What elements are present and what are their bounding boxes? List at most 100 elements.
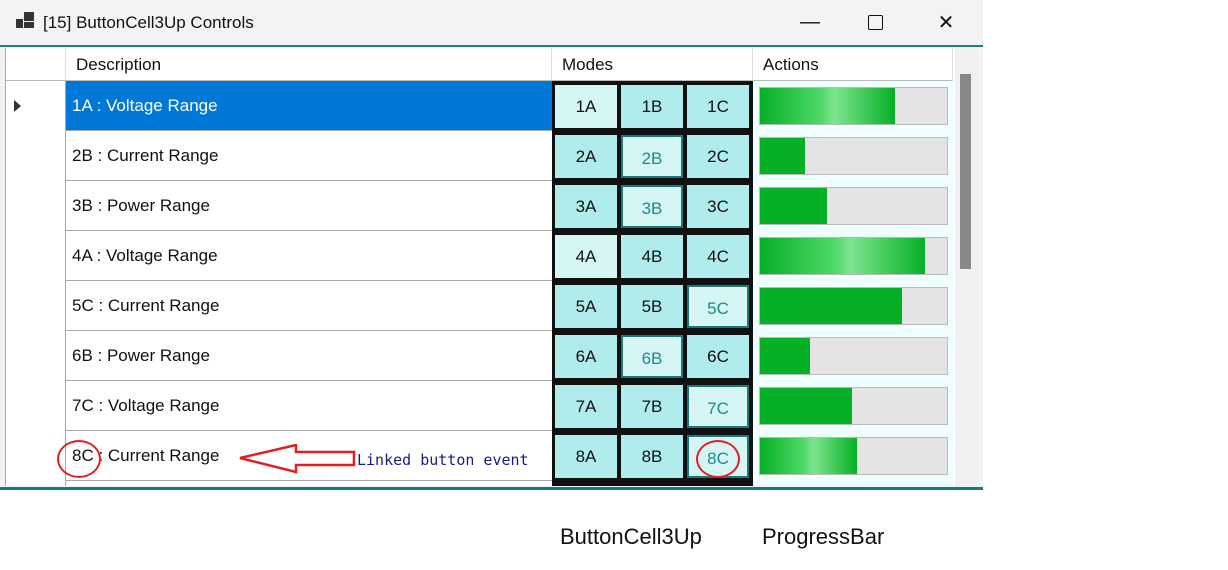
table-row[interactable]: 6B : Power Range 6A 6B 6C (6, 331, 956, 381)
annotation-text: Linked button event (357, 451, 529, 469)
column-header-description[interactable]: Description (66, 48, 552, 81)
row-header[interactable] (6, 331, 66, 381)
mode-button[interactable]: 3A (555, 185, 617, 228)
table-row[interactable] (6, 481, 956, 486)
mode-button[interactable]: 4B (621, 235, 683, 278)
row-header[interactable] (6, 281, 66, 331)
mode-button[interactable]: 2B (621, 135, 683, 178)
mode-button[interactable]: 1B (621, 85, 683, 128)
label-progressbar: ProgressBar (762, 524, 885, 549)
progress-bar (759, 237, 948, 275)
mode-button[interactable]: 7A (555, 385, 617, 428)
app-window: [15] ButtonCell3Up Controls — ✕ Descript… (0, 0, 983, 490)
table-row[interactable]: 4A : Voltage Range 4A 4B 4C (6, 231, 956, 281)
mode-buttons: 3A 3B 3C (552, 181, 753, 231)
label-buttoncell: ButtonCell3Up (560, 524, 702, 549)
progress-fill (760, 138, 805, 174)
mode-button[interactable]: 5C (687, 285, 749, 328)
row-header[interactable] (6, 481, 66, 486)
mode-buttons: 6A 6B 6C (552, 331, 753, 381)
app-icon (16, 12, 34, 28)
row-header[interactable] (6, 81, 66, 131)
actions-cell (753, 431, 953, 481)
actions-cell (753, 131, 953, 181)
actions-cell (753, 281, 953, 331)
mode-buttons: 1A 1B 1C (552, 81, 753, 131)
current-row-icon (14, 100, 21, 112)
mode-button[interactable]: 5B (621, 285, 683, 328)
mode-button[interactable]: 6B (621, 335, 683, 378)
mode-button[interactable]: 4A (555, 235, 617, 278)
actions-cell (753, 481, 953, 486)
actions-cell (753, 81, 953, 131)
minimize-button[interactable]: — (780, 0, 840, 45)
vertical-scrollbar[interactable] (955, 48, 979, 486)
mode-buttons: 2A 2B 2C (552, 131, 753, 181)
mode-button[interactable]: 7B (621, 385, 683, 428)
mode-buttons: 7A 7B 7C (552, 381, 753, 431)
progress-bar (759, 337, 948, 375)
mode-button[interactable]: 3B (621, 185, 683, 228)
description-cell[interactable]: 7C : Voltage Range (66, 381, 552, 431)
progress-bar (759, 87, 948, 125)
progress-bar (759, 437, 948, 475)
mode-buttons: 4A 4B 4C (552, 231, 753, 281)
arrow-left-icon (239, 444, 356, 474)
description-cell[interactable]: 1A : Voltage Range (66, 81, 552, 131)
progress-fill (760, 438, 858, 474)
mode-button[interactable]: 8B (621, 435, 683, 478)
mode-button[interactable]: 7C (687, 385, 749, 428)
description-cell[interactable]: 5C : Current Range (66, 281, 552, 331)
maximize-button[interactable] (845, 0, 905, 45)
mode-button[interactable]: 1C (687, 85, 749, 128)
row-header[interactable] (6, 231, 66, 281)
table-row[interactable]: 7C : Voltage Range 7A 7B 7C (6, 381, 956, 431)
mode-button[interactable]: 3C (687, 185, 749, 228)
progress-fill (760, 288, 903, 324)
scrollbar-thumb[interactable] (960, 74, 971, 269)
highlight-circle (57, 440, 101, 478)
progress-bar (759, 187, 948, 225)
row-header[interactable] (6, 381, 66, 431)
row-header-corner (6, 48, 66, 81)
mode-buttons (552, 481, 753, 486)
highlight-circle (696, 440, 740, 478)
table-row[interactable]: 3B : Power Range 3A 3B 3C (6, 181, 956, 231)
table-row[interactable]: 1A : Voltage Range 1A 1B 1C (6, 81, 956, 131)
title-bar: [15] ButtonCell3Up Controls — ✕ (0, 0, 983, 47)
mode-button[interactable]: 1A (555, 85, 617, 128)
column-header-modes[interactable]: Modes (552, 48, 753, 81)
row-header[interactable] (6, 131, 66, 181)
progress-fill (760, 338, 811, 374)
table-row[interactable]: 2B : Current Range 2A 2B 2C (6, 131, 956, 181)
description-cell[interactable]: 6B : Power Range (66, 331, 552, 381)
progress-bar (759, 137, 948, 175)
row-header[interactable] (6, 181, 66, 231)
mode-button[interactable]: 4C (687, 235, 749, 278)
window-title: [15] ButtonCell3Up Controls (43, 13, 254, 32)
actions-cell (753, 381, 953, 431)
data-grid: Description Modes Actions 1A : Voltage R… (5, 48, 956, 486)
actions-cell (753, 231, 953, 281)
actions-cell (753, 331, 953, 381)
mode-button[interactable]: 6C (687, 335, 749, 378)
progress-bar (759, 287, 948, 325)
actions-cell (753, 181, 953, 231)
column-header-actions[interactable]: Actions (753, 48, 953, 81)
mode-button[interactable]: 8A (555, 435, 617, 478)
mode-button[interactable]: 2C (687, 135, 749, 178)
mode-buttons: 5A 5B 5C (552, 281, 753, 331)
description-cell[interactable]: 3B : Power Range (66, 181, 552, 231)
progress-fill (760, 388, 852, 424)
mode-button[interactable]: 5A (555, 285, 617, 328)
description-cell[interactable]: 2B : Current Range (66, 131, 552, 181)
progress-fill (760, 88, 895, 124)
mode-button[interactable]: 6A (555, 335, 617, 378)
mode-button[interactable]: 2A (555, 135, 617, 178)
description-cell[interactable]: 4A : Voltage Range (66, 231, 552, 281)
close-button[interactable]: ✕ (916, 0, 976, 45)
progress-fill (760, 188, 828, 224)
progress-fill (760, 238, 925, 274)
table-row[interactable]: 5C : Current Range 5A 5B 5C (6, 281, 956, 331)
progress-bar (759, 387, 948, 425)
